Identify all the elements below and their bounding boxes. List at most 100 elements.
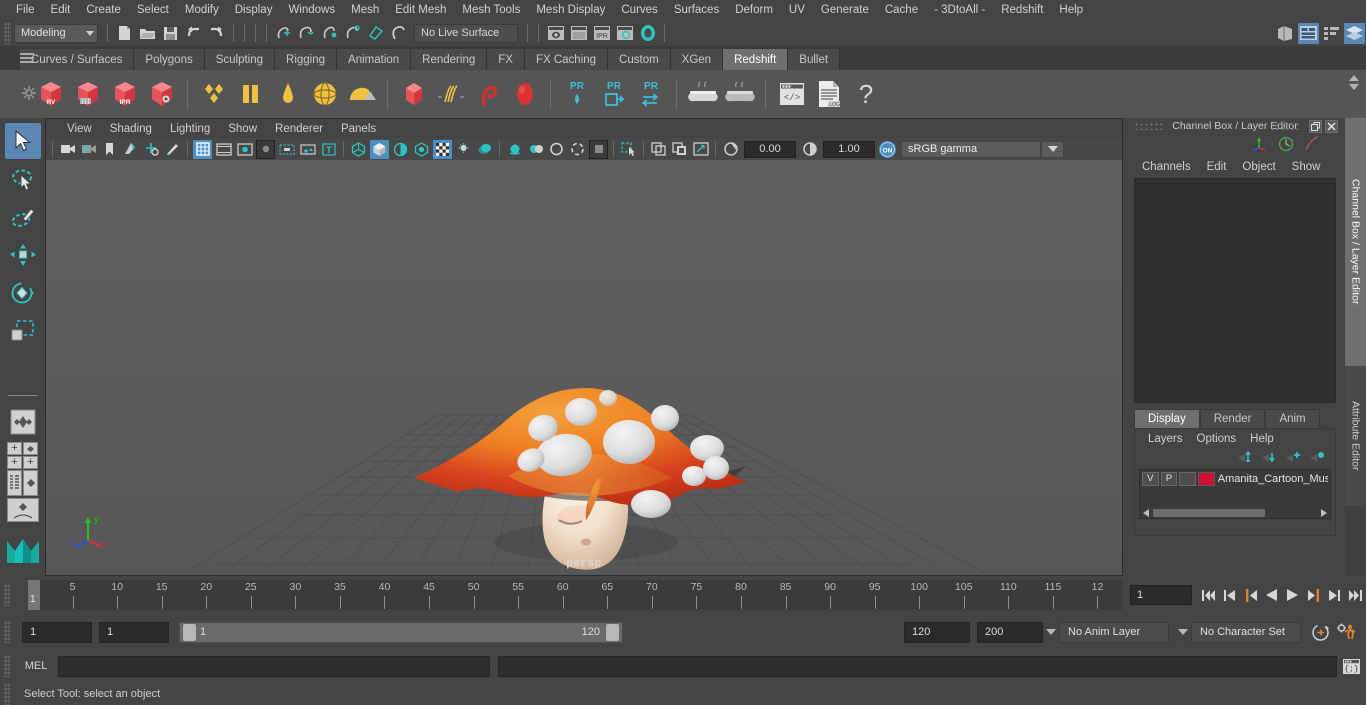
- menu-edit[interactable]: Edit: [43, 2, 79, 18]
- render-current-frame-icon[interactable]: [545, 23, 566, 44]
- ao-icon[interactable]: [475, 140, 494, 159]
- xray-joints-icon[interactable]: [589, 140, 608, 159]
- redshift-log-icon[interactable]: .LOG: [811, 77, 846, 112]
- persp-outliner-layout[interactable]: [7, 470, 39, 496]
- anim-layer-field[interactable]: No Anim Layer: [1059, 622, 1169, 643]
- undock-icon[interactable]: [1309, 120, 1322, 133]
- gate-mask-icon[interactable]: [256, 140, 275, 159]
- viewport-menu-view[interactable]: View: [58, 122, 101, 136]
- redshift-bake-icon[interactable]: [685, 77, 720, 112]
- shelf-tab-custom[interactable]: Custom: [608, 49, 671, 70]
- channel-box-icon[interactable]: [1344, 23, 1365, 44]
- hypershade-icon[interactable]: [637, 23, 658, 44]
- make-live-icon[interactable]: [388, 23, 409, 44]
- animation-start-field[interactable]: 1: [22, 622, 92, 643]
- redshift-sphere-icon[interactable]: [507, 77, 542, 112]
- range-end-field[interactable]: 120: [904, 622, 970, 643]
- menu-mesh-tools[interactable]: Mesh Tools: [454, 2, 528, 18]
- redshift-material-icon[interactable]: [196, 77, 231, 112]
- undo-icon[interactable]: [183, 23, 204, 44]
- gamma-icon[interactable]: [800, 140, 819, 159]
- step-back-keyframe-icon[interactable]: [1220, 584, 1239, 606]
- select-tool[interactable]: [5, 123, 41, 159]
- command-language-label[interactable]: MEL: [14, 660, 58, 672]
- layer-playback-toggle[interactable]: P: [1161, 472, 1178, 486]
- display-layer-list[interactable]: V P Amanita_Cartoon_Mus: [1139, 469, 1331, 519]
- menu-redshift[interactable]: Redshift: [993, 2, 1051, 18]
- wireframe-icon[interactable]: [349, 140, 368, 159]
- save-scene-icon[interactable]: [160, 23, 181, 44]
- side-tab-channel-box[interactable]: Channel Box / Layer Editor: [1345, 118, 1366, 366]
- live-surface-field[interactable]: No Live Surface: [414, 24, 518, 43]
- redshift-bake-set-icon[interactable]: [722, 77, 757, 112]
- menu-modify[interactable]: Modify: [177, 2, 227, 18]
- current-frame-field[interactable]: 1: [1130, 585, 1192, 605]
- scroll-right-icon[interactable]: [1321, 509, 1327, 517]
- viewport-menu-show[interactable]: Show: [219, 122, 266, 136]
- last-tool-used[interactable]: [5, 351, 41, 387]
- close-icon[interactable]: [1325, 120, 1338, 133]
- redshift-pr-point-icon[interactable]: PR: [559, 77, 594, 112]
- menu-windows[interactable]: Windows: [280, 2, 343, 18]
- gamma-field[interactable]: 1.00: [823, 141, 875, 158]
- go-to-start-icon[interactable]: [1199, 584, 1218, 606]
- persp-graph-layout[interactable]: [5, 497, 41, 523]
- go-to-end-icon[interactable]: [1346, 584, 1365, 606]
- panel-zoom-icon[interactable]: [670, 140, 689, 159]
- lasso-select-tool[interactable]: [5, 161, 41, 197]
- two-d-pan-zoom-icon[interactable]: [142, 140, 161, 159]
- channel-menu-show[interactable]: Show: [1284, 160, 1329, 174]
- menu-create[interactable]: Create: [78, 2, 129, 18]
- command-line-grip[interactable]: [4, 655, 11, 677]
- channel-curve-icon[interactable]: [1304, 136, 1320, 155]
- shelf-tab-rendering[interactable]: Rendering: [411, 49, 487, 70]
- viewport-menu-shading[interactable]: Shading: [101, 122, 161, 136]
- film-origin-icon[interactable]: [277, 140, 296, 159]
- bookmark-icon[interactable]: [100, 140, 119, 159]
- script-editor-icon[interactable]: {;}: [1341, 656, 1361, 676]
- isolate-select-icon[interactable]: [619, 140, 638, 159]
- new-scene-icon[interactable]: [114, 23, 135, 44]
- channel-menu-channels[interactable]: Channels: [1134, 160, 1199, 174]
- animation-end-field[interactable]: 200: [977, 622, 1043, 643]
- shelf-options-icon[interactable]: [22, 86, 36, 100]
- step-forward-frame-icon[interactable]: [1304, 584, 1323, 606]
- menu-display[interactable]: Display: [227, 2, 281, 18]
- shelf-tab-bullet[interactable]: Bullet: [788, 49, 840, 70]
- scroll-up-icon[interactable]: [1349, 75, 1359, 81]
- menu-deform[interactable]: Deform: [727, 2, 781, 18]
- auto-keyframe-icon[interactable]: [1308, 621, 1332, 643]
- layer-menu-layers[interactable]: Layers: [1141, 432, 1190, 446]
- snapshot-icon[interactable]: [691, 140, 710, 159]
- menu-help[interactable]: Help: [1051, 2, 1091, 18]
- side-tab-attribute-editor[interactable]: Attribute Editor: [1345, 366, 1366, 506]
- select-camera-icon[interactable]: [58, 140, 77, 159]
- rotate-tool[interactable]: [5, 275, 41, 311]
- grid-toggle-icon[interactable]: [193, 140, 212, 159]
- range-bar[interactable]: 1 120: [179, 622, 623, 643]
- menu-set-selector[interactable]: Modeling: [14, 24, 98, 43]
- ipr-icon[interactable]: IPR: [591, 23, 612, 44]
- move-tool[interactable]: [5, 237, 41, 273]
- layer-menu-options[interactable]: Options: [1190, 432, 1244, 446]
- redshift-render-view-icon[interactable]: RV: [33, 77, 68, 112]
- redshift-light-dome-icon[interactable]: [270, 77, 305, 112]
- snap-to-projected-center-icon[interactable]: [342, 23, 363, 44]
- redshift-pr-export-icon[interactable]: PR: [596, 77, 631, 112]
- shelf-tab-fx-caching[interactable]: FX Caching: [525, 49, 608, 70]
- menu-uv[interactable]: UV: [781, 2, 813, 18]
- redshift-area-light-icon[interactable]: [344, 77, 379, 112]
- motion-blur-icon[interactable]: [505, 140, 524, 159]
- shelf-tab-polygons[interactable]: Polygons: [134, 49, 204, 70]
- channel-menu-edit[interactable]: Edit: [1199, 160, 1235, 174]
- image-plane-icon[interactable]: [121, 140, 140, 159]
- single-pane-layout[interactable]: [5, 404, 41, 440]
- new-layer-icon[interactable]: [1285, 451, 1301, 466]
- layer-list-horizontal-scrollbar[interactable]: [1140, 507, 1330, 518]
- two-pane-layout[interactable]: + + +: [7, 442, 39, 469]
- redshift-proxy-icon[interactable]: [233, 77, 268, 112]
- range-end-handle[interactable]: [606, 624, 619, 641]
- move-layer-down-icon[interactable]: [1261, 451, 1277, 466]
- ipr-render-icon[interactable]: [568, 23, 589, 44]
- redshift-curve-icon[interactable]: [470, 77, 505, 112]
